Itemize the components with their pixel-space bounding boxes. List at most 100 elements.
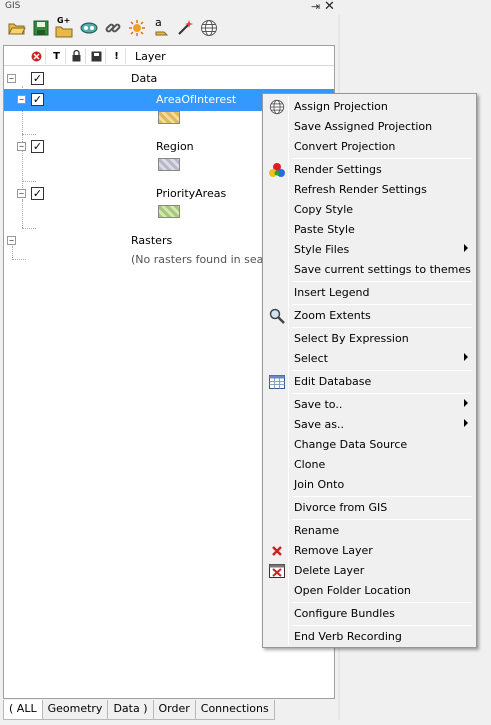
no-rasters-message: (No rasters found in search: [131, 253, 281, 266]
menu-item-remove-layer[interactable]: Remove Layer: [265, 541, 474, 561]
menu-item-save-as[interactable]: Save as..: [265, 415, 474, 435]
tab-order[interactable]: Order: [152, 700, 196, 720]
menu-item-copy-style[interactable]: Copy Style: [265, 200, 474, 220]
label-icon[interactable]: a: [150, 16, 172, 40]
tree-node-label: AreaOfInterest: [156, 93, 237, 106]
submenu-arrow-icon: [464, 244, 468, 252]
tree-node-label: Rasters: [131, 234, 173, 247]
menu-label: Delete Layer: [294, 564, 365, 577]
menu-item-divorce-from-gis[interactable]: Divorce from GIS: [265, 498, 474, 518]
menu-label: Convert Projection: [294, 140, 396, 153]
add-layer-icon[interactable]: G+: [54, 16, 76, 40]
warning-column-header[interactable]: !: [108, 48, 126, 64]
tab-data[interactable]: Data ): [107, 700, 154, 720]
submenu-arrow-icon: [464, 399, 468, 407]
submenu-arrow-icon: [464, 353, 468, 361]
menu-item-save-settings-themes[interactable]: Save current settings to themes: [265, 260, 474, 280]
remove-icon: [268, 543, 286, 559]
collapse-icon[interactable]: −: [7, 74, 16, 83]
priority-style-swatch[interactable]: [158, 205, 180, 218]
menu-label: Configure Bundles: [294, 607, 395, 620]
menu-label: Copy Style: [294, 203, 354, 216]
lock-column-icon[interactable]: [68, 48, 86, 64]
menu-item-clone[interactable]: Clone: [265, 455, 474, 475]
tree-node-label: PriorityAreas: [156, 187, 227, 200]
region-visibility-checkbox[interactable]: ✓: [31, 140, 44, 153]
collapse-icon[interactable]: −: [7, 236, 16, 245]
render-icon[interactable]: [126, 16, 148, 40]
tree-connector: [22, 181, 36, 182]
tab-all[interactable]: ( ALL: [3, 700, 43, 720]
menu-item-delete-layer[interactable]: Delete Layer: [265, 561, 474, 581]
data-visibility-checkbox[interactable]: ✓: [31, 72, 44, 85]
menu-item-open-folder-location[interactable]: Open Folder Location: [265, 581, 474, 601]
menu-item-configure-bundles[interactable]: Configure Bundles: [265, 604, 474, 624]
menu-label: Refresh Render Settings: [294, 183, 427, 196]
tree-connector: [22, 228, 36, 229]
selectable-column-icon[interactable]: [88, 48, 106, 64]
panel-title: GIS: [5, 1, 21, 11]
magic-wand-icon[interactable]: [174, 16, 196, 40]
menu-label: Paste Style: [294, 223, 355, 236]
tab-geometry[interactable]: Geometry: [41, 700, 109, 720]
menu-item-style-files[interactable]: Style Files: [265, 240, 474, 260]
globe-icon[interactable]: [198, 16, 220, 40]
menu-separator: [292, 496, 472, 497]
menu-label: Zoom Extents: [294, 309, 371, 322]
context-menu: Assign Projection Save Assigned Projecti…: [262, 93, 477, 648]
menu-item-convert-projection[interactable]: Convert Projection: [265, 137, 474, 157]
collapse-icon[interactable]: −: [17, 189, 26, 198]
area-visibility-checkbox[interactable]: ✓: [31, 93, 44, 106]
menu-label: Save current settings to themes: [294, 263, 471, 276]
menu-item-end-verb-recording[interactable]: End Verb Recording: [265, 627, 474, 647]
bottom-tabs: ( ALL Geometry Data ) Order Connections: [3, 700, 275, 720]
view-icon[interactable]: [78, 16, 100, 40]
menu-item-zoom-extents[interactable]: Zoom Extents: [265, 306, 474, 326]
menu-item-refresh-render-settings[interactable]: Refresh Render Settings: [265, 180, 474, 200]
panel-title-bar: GIS ⇥ ✕: [0, 0, 491, 14]
menu-label: Change Data Source: [294, 438, 408, 451]
pin-icon[interactable]: ⇥: [311, 0, 320, 13]
close-icon[interactable]: ✕: [324, 0, 335, 14]
menu-label: Assign Projection: [294, 100, 388, 113]
menu-separator: [292, 519, 472, 520]
menu-item-paste-style[interactable]: Paste Style: [265, 220, 474, 240]
menu-item-select[interactable]: Select: [265, 349, 474, 369]
menu-item-assign-projection[interactable]: Assign Projection: [265, 97, 474, 117]
priority-visibility-checkbox[interactable]: ✓: [31, 187, 44, 200]
menu-item-join-onto[interactable]: Join Onto: [265, 475, 474, 495]
menu-item-render-settings[interactable]: Render Settings: [265, 160, 474, 180]
collapse-icon[interactable]: −: [17, 95, 26, 104]
collapse-icon[interactable]: −: [17, 142, 26, 151]
save-icon[interactable]: [30, 16, 52, 40]
link-icon[interactable]: [102, 16, 124, 40]
menu-separator: [292, 158, 472, 159]
area-style-swatch[interactable]: [158, 111, 180, 124]
layer-column-header[interactable]: Layer: [135, 50, 166, 63]
text-column-header[interactable]: T: [48, 48, 66, 64]
menu-item-change-data-source[interactable]: Change Data Source: [265, 435, 474, 455]
menu-item-select-by-expression[interactable]: Select By Expression: [265, 329, 474, 349]
menu-separator: [292, 602, 472, 603]
label-badge: a: [155, 16, 162, 29]
menu-item-edit-database[interactable]: Edit Database: [265, 372, 474, 392]
tree-row-data[interactable]: − ✓ Data: [4, 68, 334, 90]
region-style-swatch[interactable]: [158, 158, 180, 171]
tree-connector: [22, 134, 36, 135]
tab-connections[interactable]: Connections: [194, 700, 275, 720]
menu-separator: [292, 327, 472, 328]
open-icon[interactable]: [6, 16, 28, 40]
menu-item-rename[interactable]: Rename: [265, 521, 474, 541]
submenu-arrow-icon: [464, 419, 468, 427]
menu-label: Rename: [294, 524, 340, 537]
globe-icon: [268, 99, 286, 115]
menu-separator: [292, 393, 472, 394]
menu-item-save-assigned-projection[interactable]: Save Assigned Projection: [265, 117, 474, 137]
menu-separator: [292, 625, 472, 626]
menu-item-insert-legend[interactable]: Insert Legend: [265, 283, 474, 303]
menu-label: Select: [294, 352, 328, 365]
menu-separator: [292, 370, 472, 371]
visibility-column-icon[interactable]: [28, 48, 46, 64]
menu-item-save-to[interactable]: Save to..: [265, 395, 474, 415]
delete-icon: [268, 563, 286, 579]
